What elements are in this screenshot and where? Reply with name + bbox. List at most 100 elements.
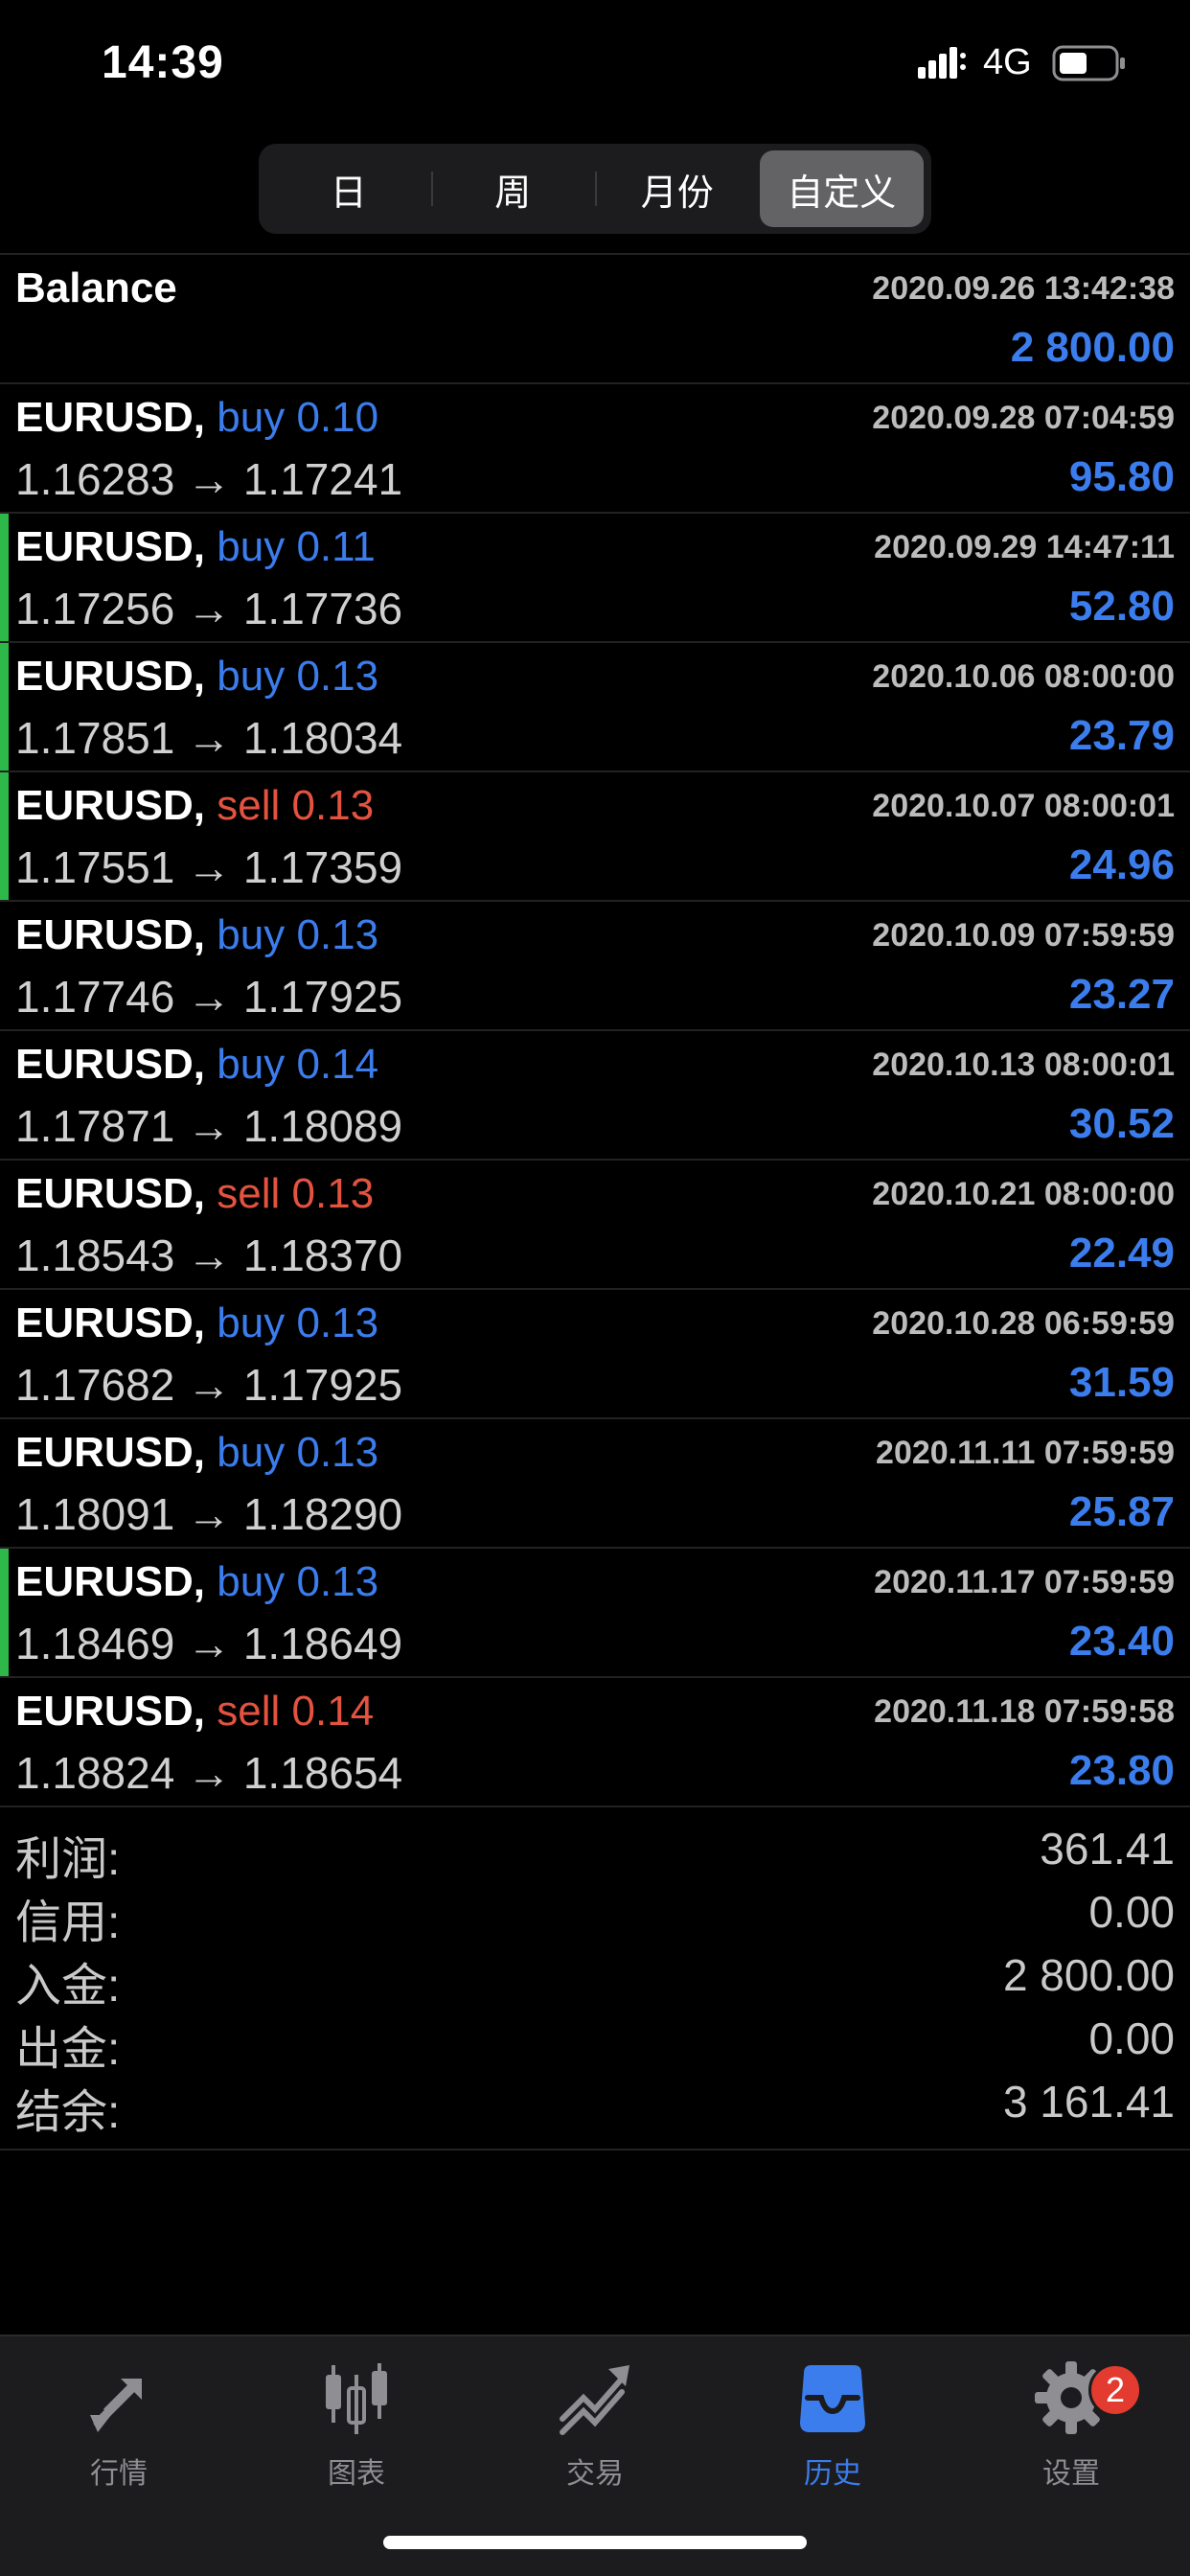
deal-prices: 1.16283 → 1.17241 <box>15 454 403 504</box>
closed-position-marker <box>0 643 9 770</box>
deal-date: 2020.11.11 07:59:59 <box>876 1435 1175 1471</box>
tab-history-label: 历史 <box>804 2458 861 2490</box>
deal-prices: 1.17746 → 1.17925 <box>15 972 403 1022</box>
tab-chart[interactable]: 图表 <box>238 2356 475 2518</box>
deal-symbol: EURUSD, <box>15 653 206 700</box>
deal-symbol: EURUSD, <box>15 1170 206 1217</box>
deal-volume: 0.13 <box>296 1429 379 1476</box>
deal-symbol: EURUSD, <box>15 523 206 570</box>
quotes-arrows-icon <box>90 2379 142 2432</box>
deal-type: buy <box>217 653 286 700</box>
period-tab-week[interactable]: 周 <box>430 150 596 227</box>
deal-date: 2020.09.29 14:47:11 <box>874 529 1175 565</box>
deal-date: 2020.11.18 07:59:58 <box>874 1693 1175 1730</box>
deal-volume: 0.13 <box>296 911 379 958</box>
deal-volume: 0.13 <box>296 1300 379 1346</box>
deal-prices: 1.17682 → 1.17925 <box>15 1360 403 1410</box>
deal-type: buy <box>217 1558 286 1605</box>
balance-date: 2020.09.26 13:42:38 <box>872 270 1175 307</box>
deal-profit: 25.87 <box>1068 1488 1175 1535</box>
deal-symbol-line: EURUSD, buy 0.13 <box>15 1429 378 1477</box>
deal-type: sell <box>217 782 281 829</box>
tab-chart-label: 图表 <box>328 2458 385 2490</box>
summary-value: 2 800.00 <box>1002 1950 1175 2000</box>
trade-trend-icon <box>560 2365 629 2435</box>
balance-label: Balance <box>15 264 177 311</box>
deal-row[interactable]: EURUSD, sell 0.13 1.18543 → 1.18370 2020.1… <box>0 1161 1190 1290</box>
closed-position-marker <box>0 514 9 641</box>
home-indicator[interactable] <box>383 2536 807 2549</box>
deal-type: buy <box>217 911 286 958</box>
deal-profit: 52.80 <box>1068 583 1175 630</box>
summary-section: 利润: 361.41 信用: 0.00 入金: 2 800.00 出金: 0.00 结余: 3 1… <box>0 1809 1190 2150</box>
tab-history[interactable]: 历史 <box>714 2356 951 2518</box>
deal-symbol-line: EURUSD, sell 0.13 <box>15 1170 374 1218</box>
deal-date: 2020.10.06 08:00:00 <box>872 658 1175 695</box>
summary-label: 利润: <box>15 1834 121 1885</box>
deal-row[interactable]: EURUSD, buy 0.14 1.17871 → 1.18089 2020.10… <box>0 1031 1190 1161</box>
deal-type: buy <box>217 523 286 570</box>
deal-prices: 1.17851 → 1.18034 <box>15 713 403 763</box>
summary-value: 361.41 <box>1040 1824 1175 1874</box>
deal-type: sell <box>217 1170 281 1217</box>
deal-symbol-line: EURUSD, sell 0.13 <box>15 782 374 830</box>
deal-date: 2020.10.07 08:00:01 <box>872 788 1175 824</box>
deal-symbol-line: EURUSD, buy 0.11 <box>15 523 376 571</box>
deal-row[interactable]: EURUSD, buy 0.13 1.18091 → 1.18290 2020.11… <box>0 1419 1190 1549</box>
deal-volume: 0.14 <box>291 1688 375 1735</box>
period-segmented-control: 日 周 月份 自定义 <box>259 144 931 234</box>
tab-trade-label: 交易 <box>566 2458 624 2490</box>
summary-row: 利润: 361.41 <box>0 1817 1190 1885</box>
period-tab-day[interactable]: 日 <box>266 150 431 227</box>
deal-row[interactable]: EURUSD, buy 0.10 1.16283 → 1.17241 2020.09… <box>0 384 1190 514</box>
deal-symbol: EURUSD, <box>15 911 206 958</box>
deal-row[interactable]: EURUSD, buy 0.13 1.17746 → 1.17925 2020.10… <box>0 902 1190 1031</box>
deal-symbol-line: EURUSD, buy 0.14 <box>15 1041 378 1089</box>
deal-symbol: EURUSD, <box>15 1688 206 1735</box>
deal-volume: 0.11 <box>296 523 376 570</box>
deal-row[interactable]: EURUSD, sell 0.14 1.18824 → 1.18654 2020.1… <box>0 1678 1190 1807</box>
status-time: 14:39 <box>102 37 224 88</box>
deal-profit: 22.49 <box>1068 1230 1175 1276</box>
tab-settings-label: 设置 <box>1042 2458 1100 2490</box>
summary-label: 出金: <box>15 2024 121 2075</box>
deal-row[interactable]: EURUSD, sell 0.13 1.17551 → 1.17359 2020.1… <box>0 772 1190 902</box>
deal-profit: 23.27 <box>1068 971 1175 1018</box>
period-tab-month[interactable]: 月份 <box>595 150 760 227</box>
deal-date: 2020.09.28 07:04:59 <box>872 400 1175 436</box>
balance-amount: 2 800.00 <box>1010 324 1175 371</box>
deal-symbol: EURUSD, <box>15 1558 206 1605</box>
deal-date: 2020.10.21 08:00:00 <box>872 1176 1175 1212</box>
deal-row[interactable]: EURUSD, buy 0.13 1.18469 → 1.18649 2020.11… <box>0 1549 1190 1678</box>
deal-date: 2020.11.17 07:59:59 <box>874 1564 1175 1600</box>
tab-settings[interactable]: 2 设置 <box>952 2356 1190 2518</box>
closed-position-marker <box>0 772 9 900</box>
deal-date: 2020.10.13 08:00:01 <box>872 1046 1175 1083</box>
tab-quotes[interactable]: 行情 <box>0 2356 238 2518</box>
deal-prices: 1.18469 → 1.18649 <box>15 1619 403 1668</box>
chart-candles-icon <box>326 2363 387 2434</box>
deal-row[interactable]: EURUSD, buy 0.13 1.17682 → 1.17925 2020.10… <box>0 1290 1190 1419</box>
deal-volume: 0.13 <box>291 1170 375 1217</box>
deal-prices: 1.17256 → 1.17736 <box>15 584 403 633</box>
deal-date: 2020.10.28 06:59:59 <box>872 1305 1175 1342</box>
period-tab-custom[interactable]: 自定义 <box>759 150 924 227</box>
summary-label: 入金: <box>15 1961 121 2012</box>
deal-row[interactable]: EURUSD, buy 0.11 1.17256 → 1.17736 2020.09… <box>0 514 1190 643</box>
deal-date: 2020.10.09 07:59:59 <box>872 917 1175 954</box>
deal-type: buy <box>217 1429 286 1476</box>
balance-row[interactable]: Balance 2020.09.26 13:42:38 2 800.00 <box>0 255 1190 384</box>
deal-symbol: EURUSD, <box>15 782 206 829</box>
deal-prices: 1.18824 → 1.18654 <box>15 1748 403 1798</box>
summary-label: 结余: <box>15 2087 121 2138</box>
deal-row[interactable]: EURUSD, buy 0.13 1.17851 → 1.18034 2020.10… <box>0 643 1190 772</box>
deal-profit: 95.80 <box>1068 453 1175 500</box>
battery-icon <box>1052 45 1125 81</box>
deal-symbol: EURUSD, <box>15 1429 206 1476</box>
deal-prices: 1.18091 → 1.18290 <box>15 1489 403 1539</box>
cellular-signal-icon <box>918 47 966 79</box>
deal-symbol-line: EURUSD, buy 0.13 <box>15 653 378 701</box>
summary-value: 0.00 <box>1088 1887 1175 1937</box>
settings-notification-badge: 2 <box>1088 2363 1142 2417</box>
tab-trade[interactable]: 交易 <box>476 2356 714 2518</box>
